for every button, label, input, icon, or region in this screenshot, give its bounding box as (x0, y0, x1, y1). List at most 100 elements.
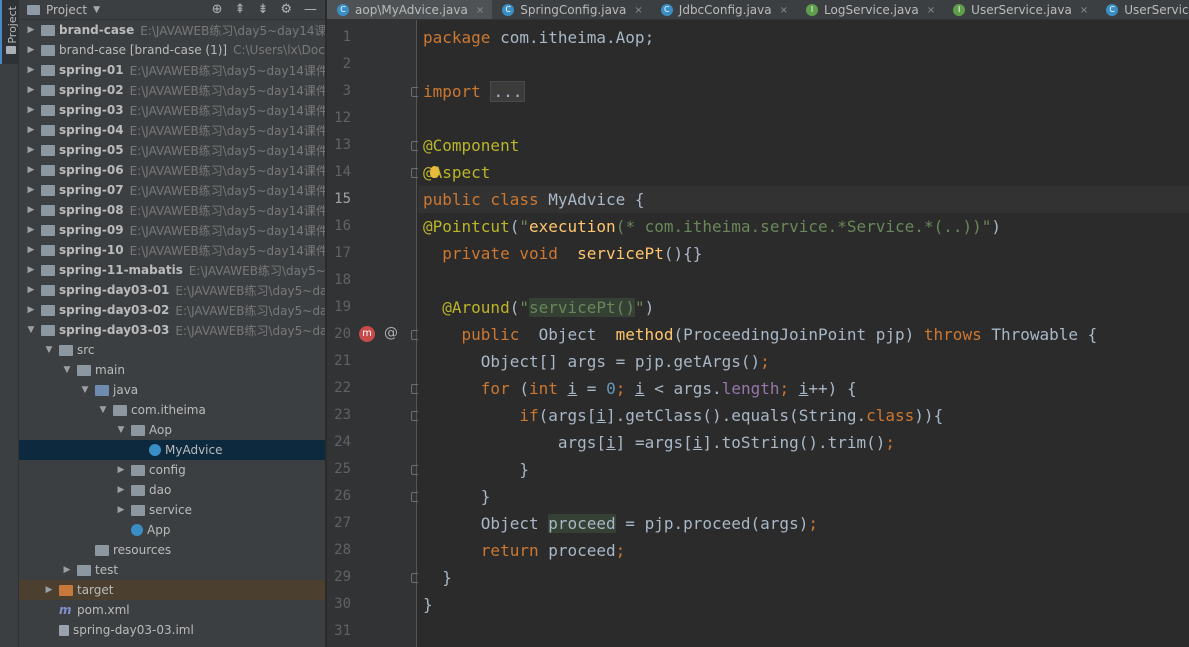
tree-item[interactable]: ▶ spring-06 E:\JAVAWEB练习\day5~day14课件\ (19, 160, 325, 180)
tree-item[interactable]: ▶ brand-case E:\JAVAWEB练习\day5~day14课件 (19, 20, 325, 40)
chevron-right-icon[interactable]: ▶ (43, 585, 55, 595)
tree-item[interactable]: ▶ spring-09 E:\JAVAWEB练习\day5~day14课件\ (19, 220, 325, 240)
chevron-down-icon[interactable]: ▼ (115, 425, 127, 435)
tree-item[interactable]: ▼ src (19, 340, 325, 360)
chevron-down-icon[interactable]: ▼ (97, 405, 109, 415)
code-line[interactable]: for (int i = 0; i < args.length; i++) { (418, 375, 1189, 402)
code-line[interactable] (418, 51, 1189, 78)
chevron-down-icon[interactable]: ▼ (25, 325, 37, 335)
chevron-down-icon[interactable]: ▼ (43, 345, 55, 355)
chevron-right-icon[interactable]: ▶ (25, 45, 37, 55)
project-view-selector[interactable]: Project (46, 3, 87, 17)
code-line[interactable]: } (418, 564, 1189, 591)
tree-item[interactable]: ▶mpom.xml (19, 600, 325, 620)
editor-tab[interactable]: CUserServiceImpl.java× (1096, 0, 1189, 19)
chevron-right-icon[interactable]: ▶ (25, 125, 37, 135)
code-line[interactable]: } (418, 483, 1189, 510)
code-line[interactable]: } (418, 591, 1189, 618)
close-icon[interactable]: × (1080, 5, 1088, 16)
chevron-right-icon[interactable]: ▶ (25, 225, 37, 235)
chevron-right-icon[interactable]: ▶ (115, 485, 127, 495)
tree-item[interactable]: ▶ spring-10 E:\JAVAWEB练习\day5~day14课件\ (19, 240, 325, 260)
editor-tab[interactable]: Caop\MyAdvice.java × (327, 0, 493, 19)
tree-item[interactable]: ▶ service (19, 500, 325, 520)
code-editor[interactable]: package com.itheima.Aop; import ... @Compo… (418, 20, 1189, 647)
expand-all-icon[interactable]: ⇟ (257, 2, 268, 17)
tree-item[interactable]: ▶ spring-day03-02 E:\JAVAWEB练习\day5~day (19, 300, 325, 320)
editor-tab[interactable]: I LogService.java × (796, 0, 943, 19)
tree-item[interactable]: ▶ spring-08 E:\JAVAWEB练习\day5~day14课件\ (19, 200, 325, 220)
chevron-right-icon[interactable]: ▶ (25, 145, 37, 155)
editor-tab[interactable]: I UserService.java × (943, 0, 1096, 19)
chevron-right-icon[interactable]: ▶ (115, 465, 127, 475)
gear-icon[interactable]: ⚙ (280, 2, 292, 17)
project-tool-tab[interactable]: Project (0, 0, 19, 64)
chevron-down-icon[interactable]: ▼ (61, 365, 73, 375)
tree-item[interactable]: ▶ spring-04 E:\JAVAWEB练习\day5~day14课件\ (19, 120, 325, 140)
editor-tab[interactable]: C JdbcConfig.java × (651, 0, 796, 19)
chevron-down-icon[interactable]: ▼ (93, 5, 100, 15)
tree-item[interactable]: ▶ dao (19, 480, 325, 500)
close-icon[interactable]: × (927, 5, 935, 16)
tree-item[interactable]: ▶ spring-day03-01 E:\JAVAWEB练习\day5~day (19, 280, 325, 300)
chevron-right-icon[interactable]: ▶ (25, 285, 37, 295)
tree-item[interactable]: ▶App (19, 520, 325, 540)
advice-marker-icon[interactable]: m (359, 326, 375, 342)
tree-item[interactable]: ▶ spring-07 E:\JAVAWEB练习\day5~day14课件\ (19, 180, 325, 200)
tree-item[interactable]: ▶resources (19, 540, 325, 560)
code-line[interactable]: if(args[i].getClass().equals(String.clas… (418, 402, 1189, 429)
code-line[interactable]: import ... (418, 78, 1189, 105)
chevron-right-icon[interactable]: ▶ (25, 305, 37, 315)
close-icon[interactable]: × (780, 5, 788, 16)
code-line[interactable]: Object proceed = pjp.proceed(args); (418, 510, 1189, 537)
chevron-down-icon[interactable]: ▼ (79, 385, 91, 395)
code-line[interactable] (418, 618, 1189, 645)
chevron-right-icon[interactable]: ▶ (25, 165, 37, 175)
minimize-icon[interactable]: — (304, 2, 317, 17)
tree-item[interactable]: ▼ spring-day03-03 E:\JAVAWEB练习\day5~day (19, 320, 325, 340)
code-line[interactable]: args[i] =args[i].toString().trim(); (418, 429, 1189, 456)
chevron-right-icon[interactable]: ▶ (25, 65, 37, 75)
tree-item[interactable]: ▶ spring-01 E:\JAVAWEB练习\day5~day14课件\ (19, 60, 325, 80)
tree-item[interactable]: ▶spring-day03-03.iml (19, 620, 325, 640)
chevron-right-icon[interactable]: ▶ (61, 565, 73, 575)
tree-item[interactable]: ▶ spring-11-mabatis E:\JAVAWEB练习\day5~d (19, 260, 325, 280)
code-line[interactable]: public Object method(ProceedingJoinPoint… (418, 321, 1189, 348)
tree-item[interactable]: ▶ config (19, 460, 325, 480)
close-icon[interactable]: × (634, 5, 642, 16)
code-line[interactable]: package com.itheima.Aop; (418, 24, 1189, 51)
chevron-right-icon[interactable]: ▶ (25, 185, 37, 195)
collapse-all-icon[interactable]: ⇞ (235, 2, 246, 17)
chevron-right-icon[interactable]: ▶ (115, 505, 127, 515)
tree-item[interactable]: ▶MyAdvice (19, 440, 325, 460)
chevron-right-icon[interactable]: ▶ (25, 245, 37, 255)
target-icon[interactable]: ⊕ (212, 2, 223, 17)
tree-item[interactable]: ▶ test (19, 560, 325, 580)
code-line[interactable]: private void servicePt(){} (418, 240, 1189, 267)
chevron-right-icon[interactable]: ▶ (25, 205, 37, 215)
tree-item[interactable]: ▶ target (19, 580, 325, 600)
tree-item[interactable]: ▼ main (19, 360, 325, 380)
code-line[interactable] (418, 105, 1189, 132)
tree-item[interactable]: ▼ Aop (19, 420, 325, 440)
tree-item[interactable]: ▶ brand-case [brand-case (1)] C:\Users\lx\… (19, 40, 325, 60)
tree-item[interactable]: ▶ spring-05 E:\JAVAWEB练习\day5~day14课件\ (19, 140, 325, 160)
chevron-right-icon[interactable]: ▶ (25, 85, 37, 95)
annotation-marker-icon[interactable]: @ (384, 325, 398, 341)
tree-item[interactable]: ▶ spring-02 E:\JAVAWEB练习\day5~day14课件\ (19, 80, 325, 100)
chevron-right-icon[interactable]: ▶ (25, 25, 37, 35)
code-line[interactable]: Object[] args = pjp.getArgs(); (418, 348, 1189, 375)
code-line[interactable]: } (418, 456, 1189, 483)
tree-item[interactable]: ▶ spring-03 E:\JAVAWEB练习\day5~day14课件\ (19, 100, 325, 120)
tree-item[interactable]: ▼ java (19, 380, 325, 400)
code-line[interactable]: @Pointcut("execution(* com.itheima.servi… (418, 213, 1189, 240)
code-line[interactable]: @Component (418, 132, 1189, 159)
chevron-right-icon[interactable]: ▶ (25, 265, 37, 275)
tree-item[interactable]: ▼ com.itheima (19, 400, 325, 420)
code-line[interactable]: @Aspect (418, 159, 1189, 186)
code-line[interactable]: public class MyAdvice { (418, 186, 1189, 213)
chevron-right-icon[interactable]: ▶ (25, 105, 37, 115)
editor-tab[interactable]: C SpringConfig.java × (492, 0, 651, 19)
code-line[interactable]: @Around("servicePt()") (418, 294, 1189, 321)
code-line[interactable]: return proceed; (418, 537, 1189, 564)
